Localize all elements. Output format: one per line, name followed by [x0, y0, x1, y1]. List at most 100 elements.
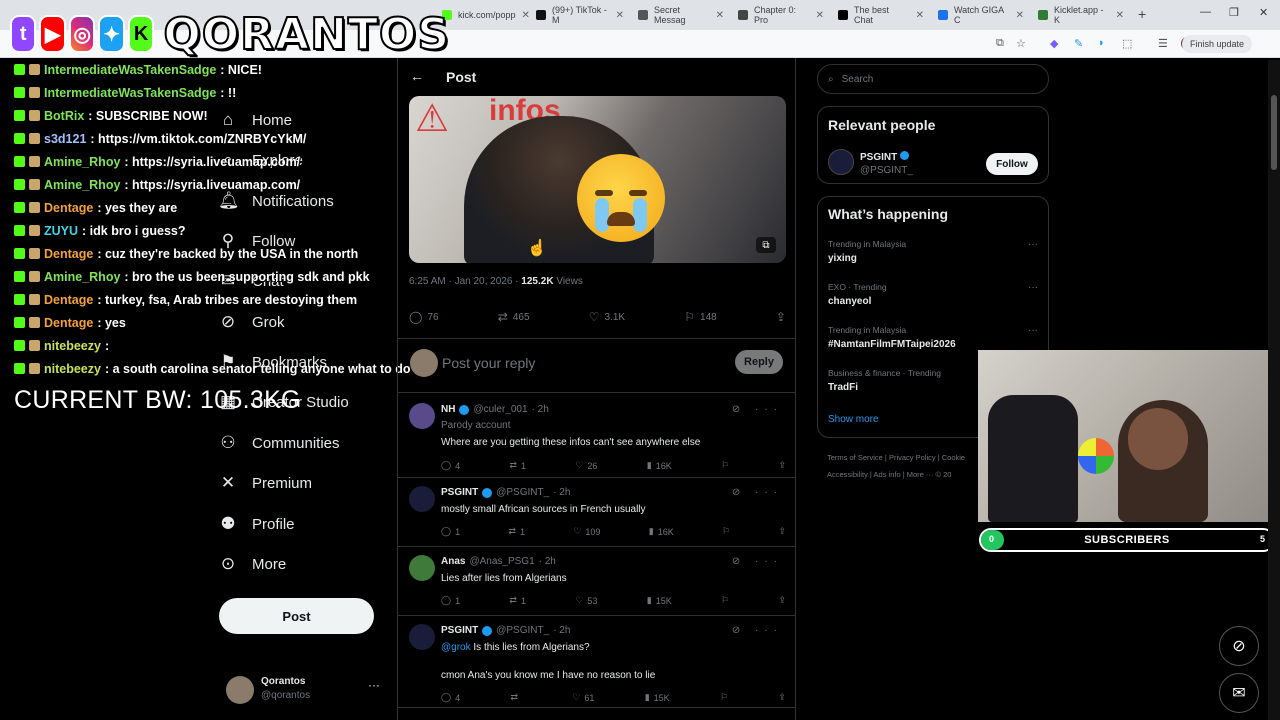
chat-text: : yes they are — [97, 200, 178, 215]
grok-more-icon[interactable]: ⊘ ··· — [732, 487, 783, 498]
nav-profile[interactable]: ⚉ Profile — [218, 509, 294, 539]
bookmark-icon[interactable]: ⚐ — [720, 692, 728, 703]
reply-item[interactable]: Anas @Anas_PSG1 · 2h ⊘ ··· Lies after lies… — [398, 547, 795, 616]
repost-icon[interactable]: ⇄ — [510, 692, 522, 703]
tab-close-icon[interactable]: ✕ — [1116, 10, 1124, 21]
finish-update-button[interactable]: Finish update — [1181, 35, 1252, 53]
views-icon[interactable]: ▮ 15K — [645, 692, 670, 703]
repost-icon[interactable]: ⇄ 1 — [509, 595, 526, 606]
show-more-link[interactable]: Show more — [828, 414, 879, 425]
more-options-icon[interactable]: ··· — [368, 678, 380, 692]
heart-icon[interactable]: ♡ 109 — [573, 526, 600, 537]
comment-icon[interactable]: ◯ 4 — [441, 692, 460, 703]
tab-close-icon[interactable]: ✕ — [1016, 10, 1024, 21]
chat-text: : SUBSCRIBE NOW! — [88, 108, 208, 123]
reply-item[interactable]: PSGINT @PSGINT_ · 2h ⊘ ··· mostly small Af… — [398, 478, 795, 547]
nav-premium[interactable]: ✕ Premium — [218, 468, 312, 498]
share-icon[interactable]: ⇪ — [778, 526, 786, 537]
verified-badge-icon — [482, 487, 493, 498]
extension-icon[interactable]: ✎ — [1074, 37, 1083, 50]
chat-username: Dentage — [44, 315, 94, 330]
share-icon[interactable]: ⇪ — [778, 460, 786, 471]
more-options-icon[interactable]: ··· — [1028, 282, 1038, 293]
views-icon[interactable]: ▮ 16K — [647, 460, 672, 471]
reply-item[interactable]: PSGINT @PSGINT_ · 2h ⊘ ··· @grok Is this l… — [398, 616, 795, 708]
new-tab-icon[interactable]: + — [1138, 6, 1146, 22]
search-input[interactable]: ⌕ Search — [817, 64, 1049, 94]
bookmark-icon[interactable]: ⚐ — [722, 526, 730, 537]
grok-more-icon[interactable]: ⊘ ··· — [732, 625, 783, 636]
trend-item[interactable]: Trending in Malaysia yixing ··· — [828, 239, 1038, 264]
browser-tab[interactable]: (99+) TikTok - M ✕ — [530, 4, 630, 26]
star-icon[interactable]: ☆ — [1016, 37, 1026, 50]
browser-tab[interactable]: The best Chat ✕ — [832, 4, 930, 26]
install-icon[interactable]: ⧉ — [996, 37, 1004, 50]
browser-tab[interactable]: Chapter 0: Pro ✕ — [732, 4, 830, 26]
extension-icon[interactable]: ◗ — [1098, 37, 1105, 49]
browser-tab[interactable]: Secret Messag ✕ — [632, 4, 730, 26]
like-button[interactable]: ♡ 3.1K — [589, 308, 625, 326]
views-icon[interactable]: ▮ 16K — [649, 526, 674, 537]
trend-item[interactable]: Trending in Malaysia #NamtanFilmFMTaipei2… — [828, 325, 1038, 350]
heart-icon[interactable]: ♡ 61 — [572, 692, 594, 703]
post-meta: 6:25 AM · Jan 20, 2026 · 125.2K Views — [409, 276, 583, 287]
tab-close-icon[interactable]: ✕ — [616, 10, 624, 21]
share-icon[interactable]: ⇪ — [778, 595, 786, 606]
tab-close-icon[interactable]: ✕ — [716, 10, 724, 21]
extension-icon[interactable]: ◆ — [1050, 37, 1058, 50]
tab-close-icon[interactable]: ✕ — [916, 10, 924, 21]
grok-more-icon[interactable]: ⊘ ··· — [732, 556, 783, 567]
mention-link[interactable]: @grok — [441, 642, 471, 653]
reply-item[interactable]: NH @culer_001 · 2h ⊘ ··· Parody account Wh… — [398, 395, 795, 478]
browser-tab[interactable]: Kicklet.app - K ✕ — [1032, 4, 1130, 26]
bookmark-button[interactable]: ⚐ 148 — [684, 308, 716, 326]
extensions-puzzle-icon[interactable]: ⬚ — [1122, 37, 1132, 50]
trend-item[interactable]: EXO · Trending chanyeol ··· — [828, 282, 1038, 307]
avatar — [409, 486, 435, 512]
media-settings-icon[interactable]: ⧉ — [756, 237, 776, 253]
views-icon[interactable]: ▮ 15K — [647, 595, 672, 606]
repost-icon[interactable]: ⇄ 1 — [508, 526, 525, 537]
chat-text: : yes — [97, 315, 126, 330]
post-media[interactable]: ⚠ infos ⧉ — [409, 96, 786, 263]
post-detail-column: ← Post ⚠ infos ⧉ 6:25 AM · Jan 20, 2026 … — [397, 58, 796, 720]
bookmark-icon[interactable]: ⚐ — [721, 595, 729, 606]
back-arrow-icon[interactable]: ← — [410, 68, 424, 84]
repost-icon[interactable]: ⇄ 1 — [509, 460, 526, 471]
footer-links[interactable]: Terms of Service | Privacy Policy | Cook… — [827, 453, 965, 462]
bookmark-icon[interactable]: ⚐ — [721, 460, 729, 471]
nav-more[interactable]: ⊙ More — [218, 549, 286, 579]
comment-icon[interactable]: ◯ 4 — [441, 460, 460, 471]
reply-input[interactable]: Post your reply — [442, 355, 535, 371]
follow-button[interactable]: Follow — [986, 153, 1038, 175]
footer-links[interactable]: Accessibility | Ads info | More ··· © 20 — [827, 470, 951, 479]
comment-icon[interactable]: ◯ 1 — [441, 526, 460, 537]
comment-icon[interactable]: ◯ 1 — [441, 595, 460, 606]
more-options-icon[interactable]: ··· — [1028, 239, 1038, 250]
restore-icon[interactable]: ❐ — [1229, 6, 1239, 19]
reading-list-icon[interactable]: ☰ — [1158, 37, 1168, 50]
chat-message: Amine_Rhoy: https://syria.liveuamap.com/ — [14, 150, 414, 173]
tab-close-icon[interactable]: ✕ — [816, 10, 824, 21]
grok-more-icon[interactable]: ⊘ ··· — [732, 404, 783, 415]
reply-submit-button[interactable]: Reply — [735, 350, 783, 374]
share-button[interactable]: ⇪ — [776, 308, 786, 326]
repost-button[interactable]: ⇄ 465 — [498, 308, 530, 326]
more-options-icon[interactable]: ··· — [1028, 325, 1038, 336]
minimize-icon[interactable]: — — [1200, 6, 1211, 18]
post-button[interactable]: Post — [219, 598, 374, 634]
scrollbar-thumb[interactable] — [1271, 95, 1277, 170]
browser-tab[interactable]: Watch GIGA C ✕ — [932, 4, 1030, 26]
avatar[interactable] — [828, 149, 854, 175]
messages-icon[interactable]: ✉ — [1219, 673, 1259, 713]
share-icon[interactable]: ⇪ — [778, 692, 786, 703]
tab-close-icon[interactable]: ✕ — [522, 10, 530, 21]
window-close-icon[interactable]: ✕ — [1259, 6, 1268, 19]
account-switcher[interactable]: Qorantos @qorantos ··· — [226, 672, 386, 706]
heart-icon[interactable]: ♡ 26 — [575, 460, 597, 471]
nav-communities[interactable]: ⚇ Communities — [218, 428, 339, 458]
reply-button[interactable]: ◯ 76 — [409, 308, 439, 326]
grok-floating-icon[interactable]: ⊘ — [1219, 626, 1259, 666]
heart-icon[interactable]: ♡ 53 — [575, 595, 597, 606]
chat-username: Dentage — [44, 246, 94, 261]
